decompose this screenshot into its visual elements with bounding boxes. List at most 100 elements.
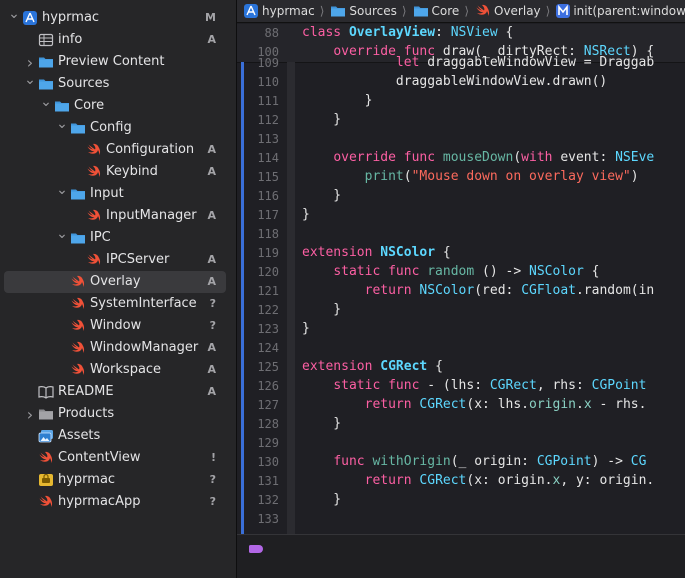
breadcrumb-init-parent-window-[interactable]: init(parent:window:) — [556, 4, 685, 18]
line-number: 88 — [264, 26, 279, 40]
code-line[interactable]: 120 static func random () -> NSColor { — [237, 264, 685, 283]
navigator-item-hyprmac[interactable]: ⌄ hyprmac M — [0, 6, 236, 29]
navigator-item-info[interactable]: info A — [0, 29, 236, 51]
code-token: { — [497, 25, 514, 40]
navigator-item-ipc[interactable]: ⌄ IPC — [0, 226, 236, 249]
breadcrumb-sources[interactable]: Sources ⟩ — [330, 4, 407, 18]
code-line[interactable]: 113 — [237, 131, 685, 150]
code-line[interactable]: 116 } — [237, 188, 685, 207]
code-text: class OverlayView: NSView { — [302, 25, 513, 40]
navigator-item-products[interactable]: › Products — [0, 403, 236, 425]
disclosure-chevron-down-icon[interactable]: ⌄ — [56, 226, 68, 242]
navigator-item-inputmanager[interactable]: InputManager A — [0, 205, 236, 227]
code-line[interactable]: 109 let draggableWindowView = Draggab — [237, 55, 685, 74]
disclosure-chevron-down-icon[interactable]: ⌄ — [56, 116, 68, 132]
source-control-status-badge: A — [207, 165, 216, 178]
breadcrumb-overlay[interactable]: Overlay ⟩ — [475, 4, 550, 18]
code-line[interactable]: 130 func withOrigin(_ origin: CGPoint) -… — [237, 454, 685, 473]
source-editor[interactable]: hyprmac ⟩ Sources ⟩ Core ⟩ Overlay ⟩ init(parent… — [237, 0, 685, 578]
disclosure-chevron-down-icon[interactable]: ⌄ — [56, 182, 68, 198]
code-line[interactable]: 124 — [237, 340, 685, 359]
code-token: } — [302, 188, 342, 203]
code-token: NSColor — [529, 264, 584, 279]
navigator-item-overlay[interactable]: Overlay A — [0, 271, 236, 293]
code-text: draggableWindowView.drawn() — [302, 74, 607, 89]
code-text: return CGRect(x: lhs.origin.x - rhs. — [302, 397, 647, 412]
navigator-item-ipcserver[interactable]: IPCServer A — [0, 249, 236, 271]
code-token: NSColor — [419, 283, 475, 298]
code-line[interactable]: 115 print("Mouse down on overlay view") — [237, 169, 685, 188]
disclosure-chevron-down-icon[interactable]: ⌄ — [8, 6, 20, 22]
navigator-item-readme[interactable]: README A — [0, 381, 236, 403]
navigator-item-label: Products — [58, 406, 115, 421]
disclosure-chevron-down-icon[interactable]: ⌄ — [40, 94, 52, 110]
breadcrumb-core[interactable]: Core ⟩ — [413, 4, 469, 18]
code-text: } — [302, 302, 341, 317]
line-number: 131 — [257, 474, 279, 488]
line-number: 112 — [257, 113, 279, 127]
navigator-item-configuration[interactable]: Configuration A — [0, 139, 236, 161]
code-line[interactable]: 128 } — [237, 416, 685, 435]
source-control-status-badge: A — [207, 363, 216, 376]
code-token: random — [427, 264, 475, 279]
breakpoint-icon[interactable] — [249, 545, 263, 553]
navigator-item-window[interactable]: Window? — [0, 315, 236, 337]
code-text: } — [302, 321, 310, 336]
code-line[interactable]: 132 } — [237, 492, 685, 511]
code-line[interactable]: 122 } — [237, 302, 685, 321]
source-control-status-badge: A — [207, 33, 216, 46]
navigator-item-sources[interactable]: ⌄ Sources — [0, 72, 236, 95]
disclosure-chevron-down-icon[interactable]: ⌄ — [24, 72, 36, 88]
code-token: let — [395, 55, 428, 70]
code-token: } — [302, 492, 342, 507]
code-token: extension — [302, 359, 381, 374]
code-line[interactable]: 119 extension NSColor { — [237, 245, 685, 264]
code-token: return — [364, 397, 420, 412]
swift-file-icon — [70, 319, 86, 333]
navigator-item-label: Core — [74, 98, 105, 113]
navigator-item-keybind[interactable]: Keybind A — [0, 161, 236, 183]
navigator-item-windowmanager[interactable]: WindowManager A — [0, 337, 236, 359]
code-line[interactable]: 129 — [237, 435, 685, 454]
navigator-item-input[interactable]: ⌄ Input — [0, 182, 236, 205]
code-token: draggableWindowView.drawn() — [302, 74, 608, 89]
code-token: } — [302, 321, 310, 336]
code-token: CGFloat — [521, 283, 576, 298]
navigator-item-assets[interactable]: Assets — [0, 425, 236, 447]
code-token: override func — [333, 150, 443, 165]
navigator-item-contentview[interactable]: ContentView! — [0, 447, 236, 469]
code-line[interactable]: 131 return CGRect(x: origin.x, y: origin… — [237, 473, 685, 492]
disclosure-chevron-right-icon[interactable]: › — [24, 405, 36, 424]
code-line[interactable]: 125 extension CGRect { — [237, 359, 685, 378]
code-token: . — [575, 397, 584, 412]
navigator-item-systeminterface[interactable]: SystemInterface? — [0, 293, 236, 315]
code-line[interactable]: 112 } — [237, 112, 685, 131]
code-line[interactable]: 121 return NSColor(red: CGFloat.random(i… — [237, 283, 685, 302]
code-text: static func random () -> NSColor { — [302, 264, 599, 279]
code-line[interactable]: 127 return CGRect(x: lhs.origin.x - rhs. — [237, 397, 685, 416]
navigator-item-hyprmacapp[interactable]: hyprmacApp? — [0, 491, 236, 513]
code-line[interactable]: 114 override func mouseDown(with event: … — [237, 150, 685, 169]
swift-file-icon — [475, 4, 491, 18]
code-token: (x: lhs. — [466, 397, 530, 412]
code-line[interactable]: 111 } — [237, 93, 685, 112]
navigator-item-core[interactable]: ⌄ Core — [0, 94, 236, 117]
navigator-item-preview-content[interactable]: › Preview Content — [0, 51, 236, 73]
breadcrumb-hyprmac[interactable]: hyprmac ⟩ — [243, 4, 324, 18]
line-number: 116 — [257, 189, 279, 203]
navigator-item-workspace[interactable]: Workspace A — [0, 359, 236, 381]
line-number: 122 — [257, 303, 279, 317]
code-line[interactable]: 123} — [237, 321, 685, 340]
disclosure-chevron-right-icon[interactable]: › — [24, 53, 36, 72]
project-navigator: ⌄ hyprmac Minfo A › Preview Content ⌄ Sources ⌄ C… — [0, 0, 237, 578]
code-line[interactable]: 133 — [237, 511, 685, 530]
code-line[interactable]: 126 static func - (lhs: CGRect, rhs: CGP… — [237, 378, 685, 397]
navigator-item-hyprmac[interactable]: hyprmac? — [0, 469, 236, 491]
code-line[interactable]: 117} — [237, 207, 685, 226]
navigator-item-config[interactable]: ⌄ Config — [0, 116, 236, 139]
code-line[interactable]: 88 class OverlayView: NSView { — [237, 25, 685, 44]
code-line[interactable]: 110 draggableWindowView.drawn() — [237, 74, 685, 93]
code-line[interactable]: 118 — [237, 226, 685, 245]
code-token: with — [521, 150, 561, 165]
